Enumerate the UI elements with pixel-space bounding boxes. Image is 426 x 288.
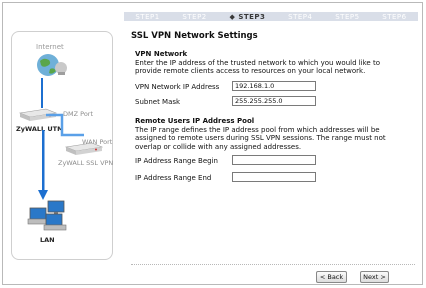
range-end-label: IP Address Range End — [135, 174, 212, 182]
zywall-ssl-vpn-device-icon — [64, 142, 104, 155]
footer-divider — [131, 264, 415, 265]
vpn-network-ip-input[interactable]: 192.168.1.0 — [232, 81, 316, 91]
step-indicator: STEP1 STEP2 ◆ STEP3 STEP4 STEP5 STEP6 — [124, 12, 418, 21]
lan-label: LAN — [40, 236, 55, 244]
step-3-active: ◆ STEP3 — [229, 12, 266, 21]
internet-label: Internet — [36, 43, 64, 51]
internet-link-line — [41, 78, 43, 108]
vpn-network-ip-label: VPN Network IP Address — [135, 83, 220, 91]
step-1: STEP1 — [135, 12, 160, 21]
page-title: SSL VPN Network Settings — [131, 31, 258, 41]
range-begin-label: IP Address Range Begin — [135, 157, 218, 165]
step-6: STEP6 — [382, 12, 407, 21]
lan-arrow-icon — [38, 130, 48, 200]
zywall-ssl-vpn-label: ZyWALL SSL VPN — [58, 159, 114, 167]
back-button[interactable]: < Back — [316, 271, 347, 283]
next-button[interactable]: Next > — [360, 271, 389, 283]
subnet-mask-input[interactable]: 255.255.255.0 — [232, 96, 316, 106]
subnet-mask-label: Subnet Mask — [135, 98, 181, 106]
pool-heading: Remote Users IP Address Pool — [135, 117, 255, 125]
step-3-label: STEP3 — [238, 12, 266, 21]
internet-globe-icon — [37, 54, 67, 76]
range-begin-input[interactable] — [232, 155, 316, 165]
pool-description: The IP range defines the IP address pool… — [135, 126, 386, 151]
step-4: STEP4 — [288, 12, 313, 21]
range-end-input[interactable] — [232, 172, 316, 182]
step-2: STEP2 — [182, 12, 207, 21]
lan-computers-icon — [27, 200, 67, 231]
step-5: STEP5 — [335, 12, 360, 21]
vpn-network-heading: VPN Network — [135, 50, 188, 58]
vpn-network-description: Enter the IP address of the trusted netw… — [135, 59, 380, 76]
